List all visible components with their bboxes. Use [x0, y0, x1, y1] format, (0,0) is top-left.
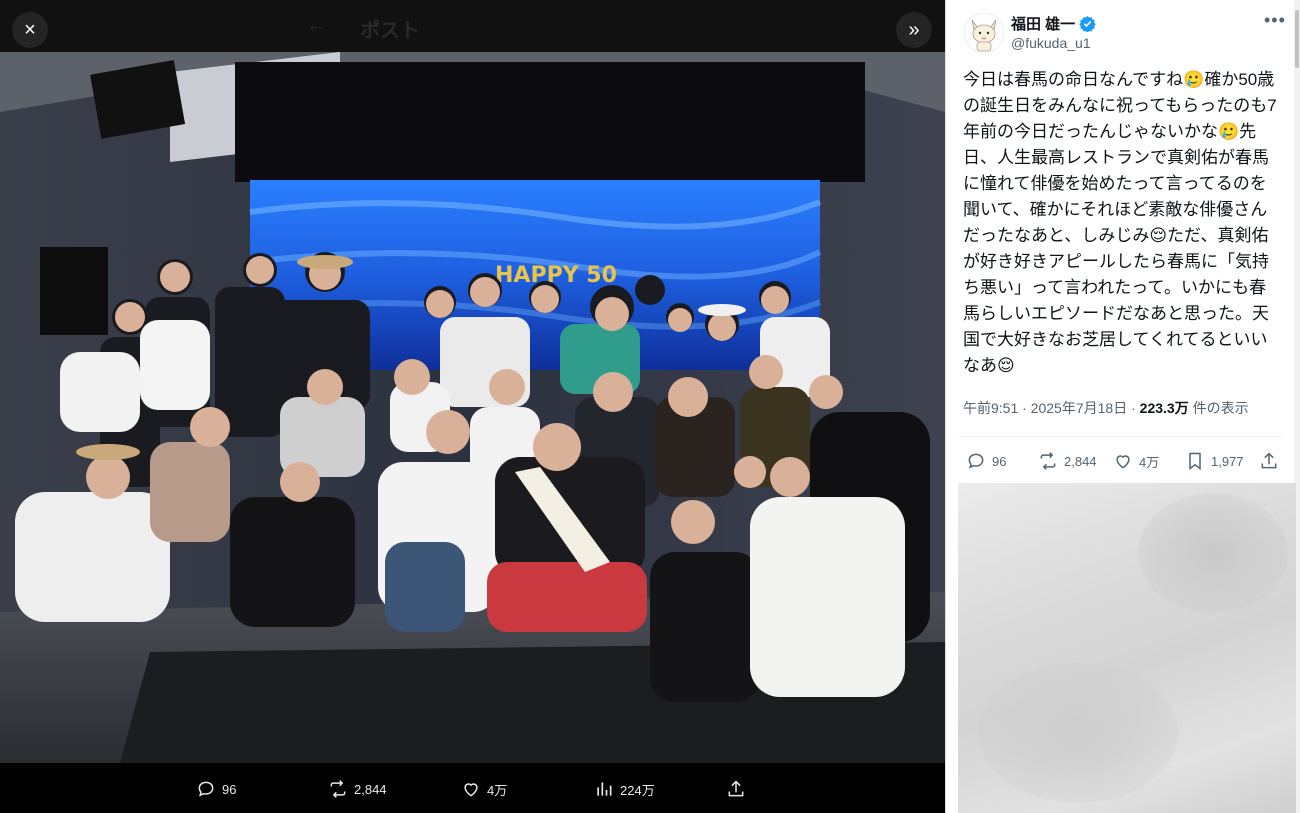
viewer-header-title: ポスト — [360, 20, 420, 42]
blurred-content-placeholder — [958, 483, 1296, 813]
meta-separator: · — [1018, 400, 1031, 416]
share-icon — [1261, 452, 1277, 469]
media-share-button[interactable] — [726, 779, 746, 799]
media-views-button[interactable]: 224万 — [594, 779, 655, 799]
tweet-meta: 午前9:51 · 2025年7月18日 · 223.3万 件の表示 — [963, 398, 1249, 418]
close-button[interactable]: × — [12, 12, 48, 48]
back-arrow-icon: ← — [306, 14, 326, 36]
cat-illustration-icon — [963, 12, 1005, 54]
repost-button[interactable]: 2,844 — [1038, 451, 1097, 471]
avatar[interactable] — [963, 12, 1005, 54]
expand-sidebar-button[interactable]: » — [896, 12, 932, 48]
bookmark-icon — [1189, 452, 1201, 470]
like-button[interactable]: 4万 — [1113, 451, 1159, 471]
author-name-text: 福田 雄一 — [1011, 16, 1076, 33]
repost-icon — [330, 780, 346, 798]
post-photo[interactable]: HAPPY 50 — [0, 52, 945, 763]
verified-badge-icon — [1079, 16, 1096, 32]
media-like-button[interactable]: 4万 — [461, 779, 507, 799]
media-repost-count: 2,844 — [354, 781, 387, 797]
media-reply-button[interactable]: 96 — [196, 779, 236, 799]
media-repost-button[interactable]: 2,844 — [328, 779, 387, 799]
share-icon — [728, 780, 744, 797]
scrollbar-thumb[interactable] — [1295, 10, 1299, 68]
repost-count: 2,844 — [1064, 453, 1097, 469]
meta-separator: · — [1127, 400, 1140, 416]
more-options-icon[interactable]: ••• — [1264, 10, 1286, 31]
reply-icon — [198, 781, 214, 797]
media-views-count: 224万 — [620, 782, 655, 798]
viewer-topbar: ← ポスト — [0, 0, 945, 52]
bookmark-button[interactable]: 1,977 — [1185, 451, 1244, 471]
tweet-views-count: 223.3万 — [1139, 400, 1189, 416]
happy-birthday-balloon-text: HAPPY 50 — [495, 263, 617, 288]
tweet-views-label: 件の表示 — [1188, 400, 1249, 416]
analytics-icon — [597, 782, 612, 796]
reply-count: 96 — [992, 453, 1007, 469]
media-action-bar: 96 2,844 4万 224万 — [0, 763, 945, 813]
media-like-count: 4万 — [487, 782, 508, 798]
repost-icon — [1040, 452, 1056, 470]
tweet-stats-bar: 96 2,844 4万 1,977 — [946, 446, 1296, 476]
tweet-time[interactable]: 午前9:51 — [963, 400, 1018, 416]
share-button[interactable] — [1259, 451, 1279, 471]
heart-icon — [1116, 455, 1130, 469]
bookmark-count: 1,977 — [1211, 453, 1244, 469]
tweet-text: 今日は春馬の命日なんですね🥲確か50歳の誕生日をみんなに祝ってもらったのも7年前… — [963, 70, 1277, 375]
group-photo-image: HAPPY 50 — [0, 52, 945, 763]
tweet-date[interactable]: 2025年7月18日 — [1031, 400, 1128, 416]
post-detail-panel: 福田 雄一 @fukuda_u1 ••• 今日は春馬の命日なんですね🥲確か50歳… — [945, 0, 1300, 813]
reply-icon — [968, 453, 984, 469]
heart-icon — [464, 783, 478, 797]
author-name[interactable]: 福田 雄一 — [1011, 13, 1096, 34]
media-reply-count: 96 — [222, 781, 237, 797]
divider — [958, 436, 1284, 437]
author-handle[interactable]: @fukuda_u1 — [1011, 35, 1091, 51]
like-count: 4万 — [1139, 454, 1160, 470]
reply-button[interactable]: 96 — [966, 451, 1006, 471]
media-viewer: ← ポスト HAPPY 50 × » 96 2,844 4万 224万 — [0, 0, 945, 813]
